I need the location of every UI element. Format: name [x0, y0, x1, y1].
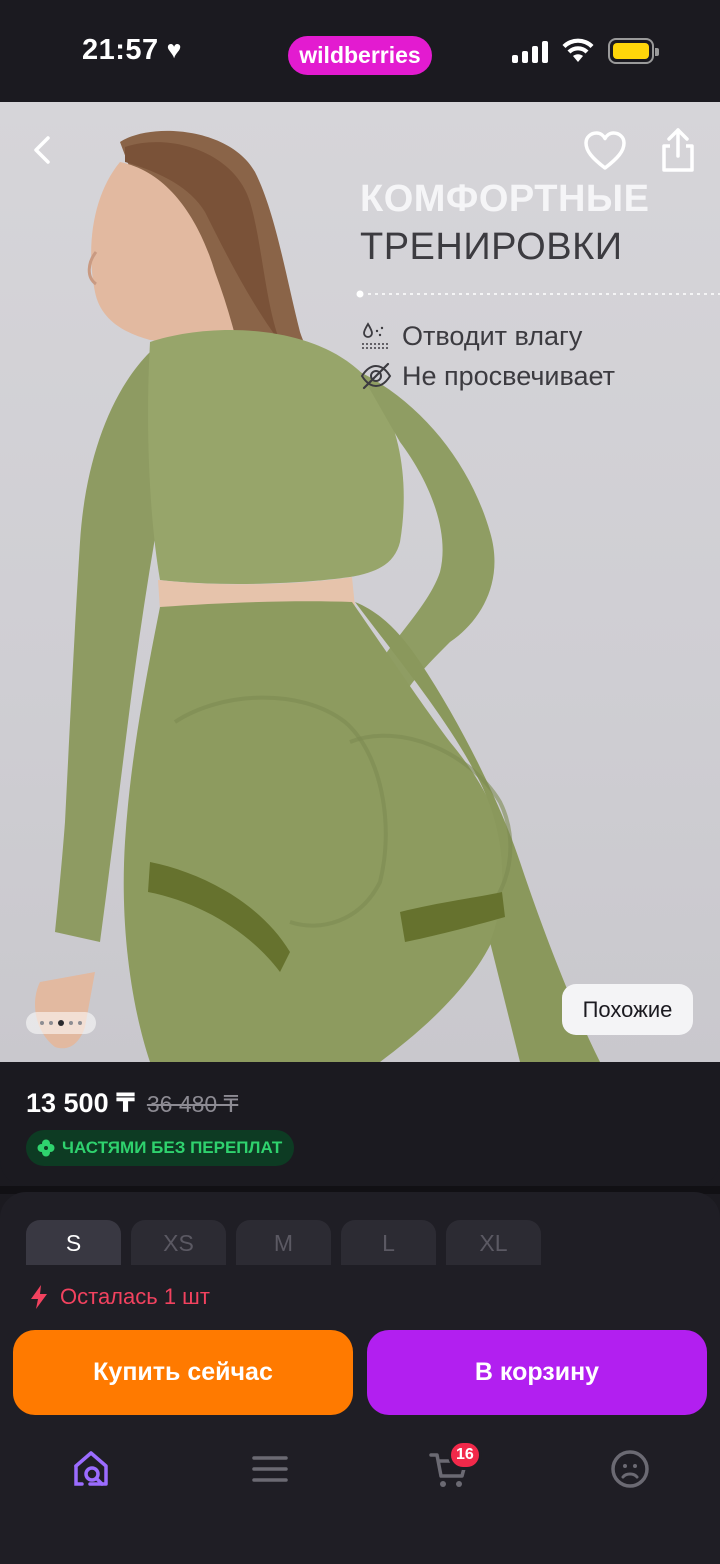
profile-icon [611, 1450, 649, 1488]
tab-catalog[interactable] [247, 1446, 293, 1492]
size-option-l[interactable]: L [341, 1220, 436, 1266]
feature-opaque-label: Не просвечивает [402, 360, 616, 391]
home-search-icon [74, 1451, 108, 1486]
feature-moisture-label: Отводит влагу [402, 320, 583, 351]
price-row: 13 500 ₸ 36 480 ₸ [26, 1088, 238, 1119]
promo-title-line1: КОМФОРТНЫЕ [360, 178, 650, 220]
cart-count-badge: 16 [448, 1440, 482, 1470]
menu-icon [252, 1456, 288, 1482]
lightning-icon [31, 1285, 47, 1309]
back-arrow-icon[interactable] [22, 130, 62, 170]
product-gallery[interactable]: КОМФОРТНЫЕ ТРЕНИРОВКИ Отводит влагу Не п… [0, 102, 720, 1062]
tab-bar: 16 [0, 1440, 720, 1510]
similar-button[interactable]: Похожие [562, 984, 693, 1035]
stock-warning: Осталась 1 шт [28, 1284, 210, 1310]
size-option-xs[interactable]: XS [131, 1220, 226, 1266]
clover-icon [37, 1139, 55, 1157]
feature-moisture: Отводит влагу [360, 320, 582, 352]
old-price: 36 480 ₸ [146, 1091, 239, 1117]
status-bar: 21:57 ♥ wildberries [0, 0, 720, 102]
buy-now-button[interactable]: Купить сейчас [13, 1330, 353, 1415]
battery-icon [608, 38, 659, 64]
installment-label: ЧАСТЯМИ БЕЗ ПЕРЕПЛАТ [62, 1138, 283, 1157]
size-option-xl[interactable]: XL [446, 1220, 541, 1266]
size-option-m[interactable]: M [236, 1220, 331, 1266]
current-price: 13 500 ₸ [26, 1088, 135, 1118]
size-option-s[interactable]: S [26, 1220, 121, 1266]
wifi-icon [562, 38, 594, 62]
promo-divider [356, 290, 720, 298]
stock-warning-label: Осталась 1 шт [60, 1284, 210, 1309]
promo-title-line2: ТРЕНИРОВКИ [360, 226, 623, 268]
installment-badge[interactable]: ЧАСТЯМИ БЕЗ ПЕРЕПЛАТ [26, 1130, 295, 1166]
moisture-icon [362, 322, 390, 349]
status-time: 21:57 ♥ [82, 34, 183, 66]
tab-home[interactable] [68, 1446, 114, 1492]
size-selector: S XS M L XL [26, 1220, 541, 1266]
system-icons [512, 38, 659, 64]
heart-favorite-icon[interactable] [582, 130, 628, 172]
share-icon[interactable] [656, 126, 700, 174]
feature-opaque: Не просвечивает [360, 360, 615, 392]
eye-off-icon [360, 362, 392, 390]
heart-status-icon: ♥ [166, 36, 183, 64]
size-selector-edge [0, 1265, 720, 1269]
brand-pill: wildberries [288, 36, 432, 75]
add-to-cart-button[interactable]: В корзину [367, 1330, 707, 1415]
image-pager [26, 1012, 96, 1034]
price-card: 13 500 ₸ 36 480 ₸ ЧАСТЯМИ БЕЗ ПЕРЕПЛАТ [0, 1062, 720, 1186]
tab-profile[interactable] [607, 1446, 653, 1492]
cellular-signal-icon [512, 39, 548, 63]
